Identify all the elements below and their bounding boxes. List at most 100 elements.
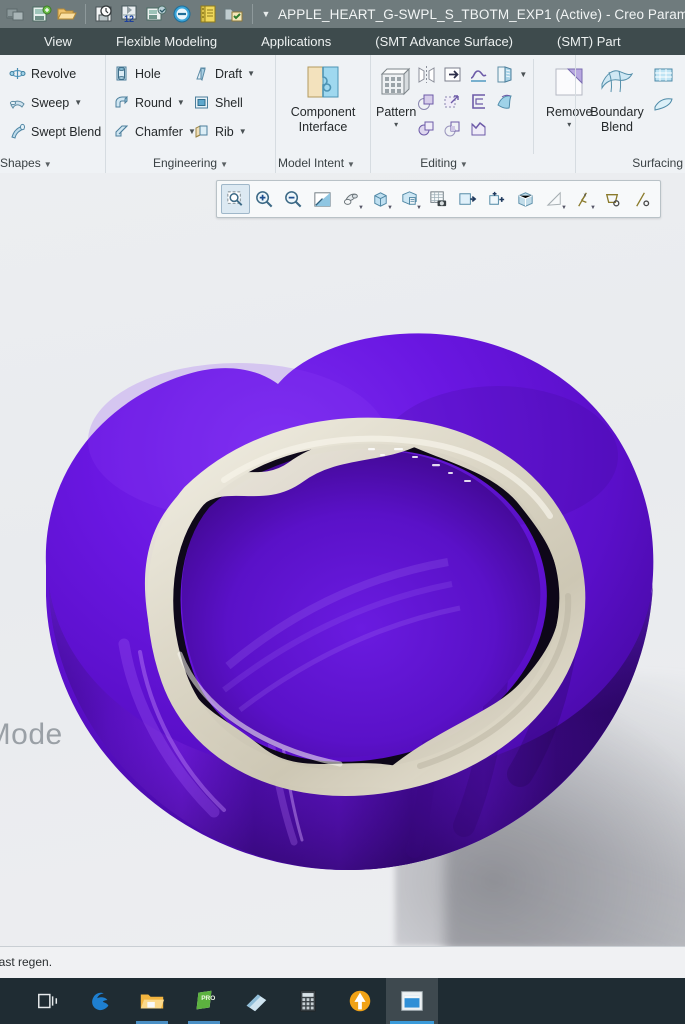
tab-flexible-modeling[interactable]: Flexible Modeling — [94, 28, 239, 55]
chevron-down-icon[interactable]: ▾ — [567, 120, 571, 129]
file-explorer-icon[interactable] — [126, 978, 178, 1024]
chevron-down-icon[interactable]: ▼ — [239, 127, 247, 136]
boundary-blend-button[interactable]: Boundary Blend — [581, 59, 653, 154]
tab-smt-advance-surface[interactable]: (SMT Advance Surface) — [353, 28, 535, 55]
chevron-down-icon[interactable]: ▼ — [220, 160, 228, 169]
notes-icon[interactable] — [197, 3, 219, 25]
pro-notepad-icon[interactable]: PRO — [178, 978, 230, 1024]
status-message: last regen. — [0, 955, 53, 969]
tab-smt-part[interactable]: (SMT) Part — [535, 28, 643, 55]
plane-display-icon[interactable]: ▼ — [540, 184, 569, 214]
save-as-copy-icon[interactable] — [30, 3, 52, 25]
refit-icon[interactable] — [308, 184, 337, 214]
panel-title-text: Surfacing — [632, 156, 683, 170]
component-interface-button[interactable]: Component Interface — [281, 59, 365, 154]
ribbon-item-chamfer[interactable]: Chamfer ▼ — [111, 117, 196, 146]
saved-orientations-icon[interactable]: ▼ — [366, 184, 395, 214]
ribbon-item-draft[interactable]: Draft ▼ — [191, 59, 270, 88]
calculator-icon[interactable] — [282, 978, 334, 1024]
ribbon-item-hole[interactable]: Hole — [111, 59, 191, 88]
graphics-toolbar[interactable]: ▼ ▼ ▼ ▼ x ▼ — [216, 180, 661, 218]
checked-folder-icon[interactable] — [223, 3, 245, 25]
graphics-viewport[interactable]: t Mode — [0, 173, 685, 946]
new-file-icon[interactable] — [4, 3, 26, 25]
panel-title-editing[interactable]: Editing ▼ — [371, 154, 575, 173]
zoom-area-icon[interactable] — [221, 184, 250, 214]
panel-title-text: Editing — [420, 156, 457, 170]
tab-view[interactable]: View — [0, 28, 94, 55]
chevron-down-icon[interactable]: ▼ — [74, 98, 82, 107]
panel-title-surfacing[interactable]: Surfacing — [576, 154, 685, 173]
mirror-icon[interactable] — [416, 64, 437, 85]
ribbon-item-swept-blend[interactable]: Swept Blend — [7, 117, 105, 146]
chevron-down-icon[interactable]: ▼ — [519, 70, 527, 79]
ribbon-item-revolve[interactable]: Revolve — [7, 59, 105, 88]
ribbon-tab-strip: View Flexible Modeling Applications (SMT… — [0, 28, 685, 55]
qat-separator — [85, 4, 86, 24]
display-style-icon[interactable] — [511, 184, 540, 214]
view-manager-icon[interactable]: ▼ — [395, 184, 424, 214]
ribbon-item-round[interactable]: Round ▼ — [111, 88, 191, 117]
renumber-icon[interactable]: 12 — [119, 3, 141, 25]
chevron-down-icon[interactable]: ▼ — [358, 205, 364, 211]
trim-icon[interactable] — [416, 91, 437, 112]
shell-icon — [193, 94, 210, 111]
ribbon-item-label: Draft — [215, 66, 243, 81]
ptc-creo-launcher-icon[interactable] — [334, 978, 386, 1024]
point-display-icon[interactable] — [598, 184, 627, 214]
undo-icon[interactable] — [171, 3, 193, 25]
extend-icon[interactable] — [442, 64, 463, 85]
tab-applications[interactable]: Applications — [239, 28, 353, 55]
intersect-surf-icon[interactable] — [442, 118, 463, 139]
axis-display-icon[interactable]: x ▼ — [569, 184, 598, 214]
chevron-down-icon[interactable]: ▾ — [394, 120, 398, 129]
sticky-notes-icon[interactable] — [230, 978, 282, 1024]
creo-parametric-icon[interactable] — [386, 978, 438, 1024]
chevron-down-icon[interactable]: ▼ — [590, 205, 596, 211]
merge-icon[interactable] — [416, 118, 437, 139]
panel-title-shapes[interactable]: Shapes ▼ — [0, 154, 105, 173]
chevron-down-icon[interactable]: ▼ — [44, 160, 52, 169]
editing-icon-grid: ▼ — [416, 59, 527, 154]
zoom-out-icon[interactable] — [279, 184, 308, 214]
panel-title-engineering[interactable]: Engineering ▼ — [106, 154, 275, 173]
offset-icon[interactable] — [442, 91, 463, 112]
chevron-down-icon[interactable]: ▼ — [561, 205, 567, 211]
svg-text:x: x — [584, 192, 587, 198]
save-snapshot-icon[interactable] — [145, 3, 167, 25]
3d-model[interactable] — [28, 266, 668, 926]
open-folder-icon[interactable] — [56, 3, 78, 25]
reorient-icon[interactable]: ▼ — [337, 184, 366, 214]
chevron-down-icon[interactable]: ▼ — [387, 205, 393, 211]
ribbon-item-label: Chamfer — [135, 124, 183, 139]
datum-display-icon[interactable] — [482, 184, 511, 214]
zoom-in-icon[interactable] — [250, 184, 279, 214]
intersect-icon[interactable] — [494, 64, 515, 85]
regenerate-clock-icon[interactable] — [93, 3, 115, 25]
project-curve-icon[interactable] — [468, 64, 489, 85]
view-capture-icon[interactable] — [424, 184, 453, 214]
chevron-down-icon[interactable]: ▼ — [177, 98, 185, 107]
layer-display-icon[interactable] — [453, 184, 482, 214]
csys-display-icon[interactable] — [627, 184, 656, 214]
fill-icon[interactable] — [468, 118, 489, 139]
svg-text:12: 12 — [124, 14, 134, 24]
chevron-down-icon[interactable]: ▼ — [258, 3, 274, 25]
thicken-icon[interactable] — [468, 91, 489, 112]
chevron-down-icon[interactable]: ▼ — [460, 160, 468, 169]
style-surface-icon[interactable] — [653, 66, 674, 87]
pattern-label: Pattern — [376, 105, 417, 119]
chevron-down-icon[interactable]: ▼ — [347, 160, 355, 169]
edge-browser-icon[interactable] — [74, 978, 126, 1024]
chevron-down-icon[interactable]: ▼ — [416, 205, 422, 211]
task-view-icon[interactable] — [22, 978, 74, 1024]
ribbon-item-rib[interactable]: Rib ▼ — [191, 117, 270, 146]
freestyle-icon[interactable] — [653, 93, 674, 114]
solidify-icon[interactable] — [494, 91, 515, 112]
sweep-icon — [9, 94, 26, 111]
ribbon-item-shell[interactable]: Shell — [191, 88, 270, 117]
pattern-button[interactable]: Pattern ▾ — [376, 59, 416, 154]
chevron-down-icon[interactable]: ▼ — [247, 69, 255, 78]
ribbon-item-sweep[interactable]: Sweep ▼ — [7, 88, 105, 117]
panel-title-model-intent[interactable]: Model Intent ▼ — [276, 154, 370, 173]
